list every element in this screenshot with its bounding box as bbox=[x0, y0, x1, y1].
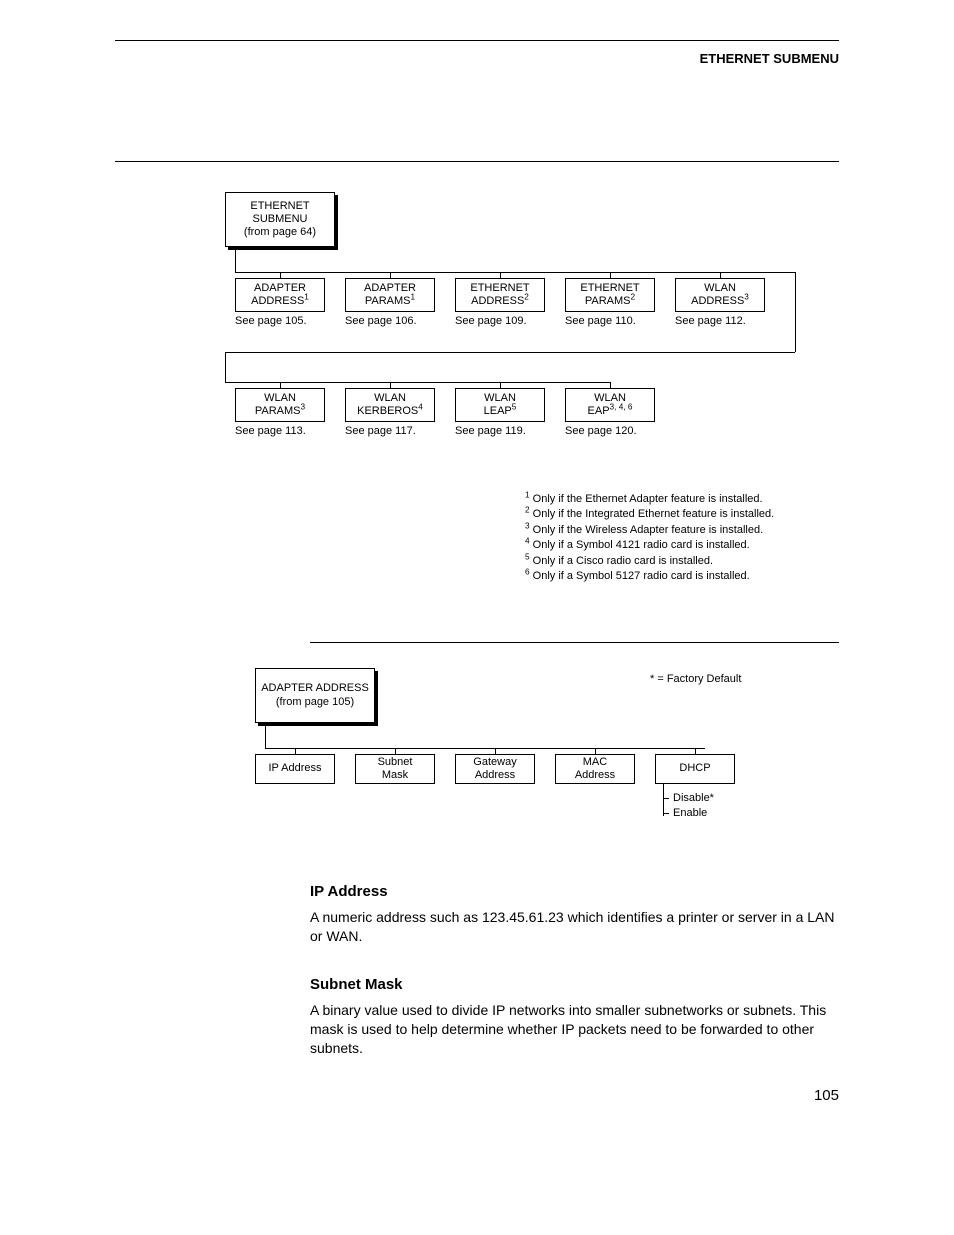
d2-box: Subnet Mask bbox=[355, 754, 435, 784]
rule bbox=[310, 642, 839, 643]
dhcp-opt: Enable bbox=[673, 807, 707, 819]
footnotes: 1 Only if the Ethernet Adapter feature i… bbox=[525, 492, 774, 584]
row2-label2: EAP3, 4, 6 bbox=[588, 405, 633, 418]
row2-see: See page 119. bbox=[455, 425, 526, 437]
root-box-2: ADAPTER ADDRESS (from page 105) bbox=[255, 668, 375, 723]
row1-see: See page 112. bbox=[675, 315, 746, 327]
row1-box: ETHERNET ADDRESS2 bbox=[455, 278, 545, 312]
vline bbox=[265, 726, 266, 748]
root-from-2: (from page 105) bbox=[276, 696, 354, 709]
factory-default-note: * = Factory Default bbox=[650, 673, 741, 685]
row1-label2: ADDRESS1 bbox=[251, 295, 309, 308]
row1-box: WLAN ADDRESS3 bbox=[675, 278, 765, 312]
subnet-body: A binary value used to divide IP network… bbox=[310, 1001, 839, 1058]
row2-box: WLAN EAP3, 4, 6 bbox=[565, 388, 655, 422]
footnote: 3 Only if the Wireless Adapter feature i… bbox=[525, 523, 774, 538]
root-label: ETHERNET SUBMENU bbox=[230, 200, 330, 226]
row2-label2: PARAMS3 bbox=[255, 405, 305, 418]
rule-top bbox=[115, 40, 839, 41]
d2-l2: Mask bbox=[382, 769, 408, 782]
row1-see: See page 110. bbox=[565, 315, 636, 327]
row2-box: WLAN KERBEROS4 bbox=[345, 388, 435, 422]
row2-box: WLAN PARAMS3 bbox=[235, 388, 325, 422]
bus-row1 bbox=[235, 272, 795, 273]
d2-box: MAC Address bbox=[555, 754, 635, 784]
row1-label2: ADDRESS2 bbox=[471, 295, 529, 308]
vline bbox=[235, 250, 236, 272]
row1-box: ADAPTER PARAMS1 bbox=[345, 278, 435, 312]
d2-box: Gateway Address bbox=[455, 754, 535, 784]
htick bbox=[663, 813, 669, 814]
ethernet-submenu-diagram: ETHERNET SUBMENU (from page 64) ADAPTER … bbox=[75, 182, 839, 492]
footnote: 6 Only if a Symbol 5127 radio card is in… bbox=[525, 569, 774, 584]
htick bbox=[663, 798, 669, 799]
row2-label2: KERBEROS4 bbox=[357, 405, 423, 418]
root-box: ETHERNET SUBMENU (from page 64) bbox=[225, 192, 335, 247]
ip-body: A numeric address such as 123.45.61.23 w… bbox=[310, 908, 839, 946]
d2-l1: Gateway bbox=[473, 756, 516, 769]
bus-row bbox=[265, 748, 705, 749]
page: ETHERNET SUBMENU ETHERNET SUBMENU ETHERN… bbox=[0, 0, 954, 1144]
d2-l2: Address bbox=[475, 769, 515, 782]
running-header: ETHERNET SUBMENU bbox=[115, 51, 839, 66]
row1-box: ETHERNET PARAMS2 bbox=[565, 278, 655, 312]
row1-see: See page 109. bbox=[455, 315, 527, 327]
row1-label: WLAN bbox=[704, 282, 736, 295]
vline bbox=[795, 292, 796, 352]
footnote: 1 Only if the Ethernet Adapter feature i… bbox=[525, 492, 774, 507]
row2-box: WLAN LEAP5 bbox=[455, 388, 545, 422]
subnet-heading: Subnet Mask bbox=[310, 976, 839, 993]
dhcp-opt: Disable* bbox=[673, 792, 714, 804]
ip-section: IP Address A numeric address such as 123… bbox=[310, 883, 839, 1057]
d2-l1: MAC bbox=[583, 756, 607, 769]
footnote: 4 Only if a Symbol 4121 radio card is in… bbox=[525, 538, 774, 553]
row2-label: WLAN bbox=[374, 392, 406, 405]
page-number: 105 bbox=[115, 1087, 839, 1104]
row1-label2: PARAMS1 bbox=[365, 295, 415, 308]
row2-label: WLAN bbox=[264, 392, 296, 405]
ip-heading: IP Address bbox=[310, 883, 839, 900]
row1-label: ADAPTER bbox=[364, 282, 416, 295]
d2-l1: IP Address bbox=[269, 762, 322, 775]
root-label-2: ADAPTER ADDRESS bbox=[261, 682, 369, 695]
root-from: (from page 64) bbox=[244, 226, 316, 239]
vline bbox=[663, 784, 664, 816]
d2-box: DHCP bbox=[655, 754, 735, 784]
d2-l2: Address bbox=[575, 769, 615, 782]
bus-row2 bbox=[225, 382, 610, 383]
vline bbox=[225, 352, 226, 382]
row1-label2: PARAMS2 bbox=[585, 295, 635, 308]
d2-l1: DHCP bbox=[679, 762, 710, 775]
adapter-address-diagram: * = Factory Default ADAPTER ADDRESS (fro… bbox=[75, 653, 839, 853]
row1-see: See page 106. bbox=[345, 315, 417, 327]
row1-box: ADAPTER ADDRESS1 bbox=[235, 278, 325, 312]
row1-label: ETHERNET bbox=[470, 282, 529, 295]
footnotes-block: 1 Only if the Ethernet Adapter feature i… bbox=[75, 492, 839, 612]
row2-label2: LEAP5 bbox=[484, 405, 517, 418]
d2-box: IP Address bbox=[255, 754, 335, 784]
row2-see: See page 113. bbox=[235, 425, 306, 437]
footnote: 2 Only if the Integrated Ethernet featur… bbox=[525, 507, 774, 522]
row1-see: See page 105. bbox=[235, 315, 307, 327]
row1-label: ADAPTER bbox=[254, 282, 306, 295]
d2-l1: Subnet bbox=[378, 756, 413, 769]
rule-under-header bbox=[115, 161, 839, 162]
row2-see: See page 117. bbox=[345, 425, 416, 437]
adapter-address-section: ADAPTER ADDRESS bbox=[310, 642, 839, 653]
vline bbox=[795, 272, 796, 292]
row1-label2: ADDRESS3 bbox=[691, 295, 749, 308]
footnote: 5 Only if a Cisco radio card is installe… bbox=[525, 554, 774, 569]
hline bbox=[225, 352, 795, 353]
row2-see: See page 120. bbox=[565, 425, 637, 437]
